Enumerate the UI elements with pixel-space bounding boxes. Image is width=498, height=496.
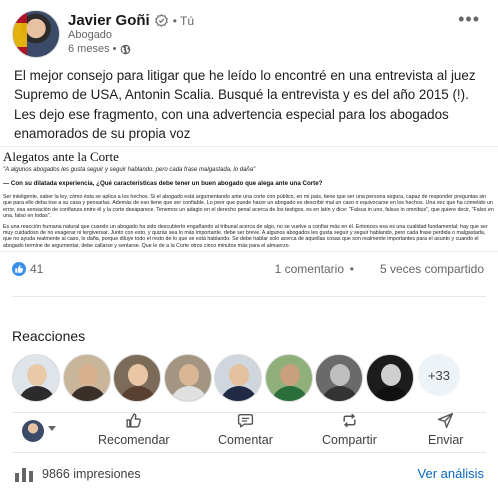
reactor-avatar[interactable] (214, 354, 262, 402)
author-headline: Abogado (68, 29, 113, 41)
view-analytics-link[interactable]: Ver análisis (418, 466, 484, 481)
shares-count[interactable]: 5 veces compartido (380, 262, 484, 276)
reactor-avatar[interactable] (264, 354, 313, 402)
reactor-face (330, 364, 350, 386)
repost-icon (343, 413, 356, 428)
reactor-avatar[interactable] (62, 354, 111, 402)
like-label: Recomendar (98, 433, 170, 447)
reactor-avatar[interactable] (12, 354, 60, 402)
like-icon (12, 262, 26, 276)
send-label: Enviar (428, 433, 464, 447)
reactions-count[interactable]: 41 (30, 262, 43, 276)
reactor-body (371, 386, 410, 401)
reactor-face (77, 364, 98, 386)
like-icon (126, 413, 142, 428)
reactor-avatar[interactable] (163, 354, 212, 402)
comment-label: Comentar (218, 433, 273, 447)
post-time: 6 meses • (68, 43, 117, 55)
separator: • (349, 262, 354, 276)
reactor-face (380, 364, 401, 386)
repost-button[interactable]: Compartir (322, 412, 377, 450)
reactor-avatar[interactable] (113, 354, 161, 402)
divider (12, 296, 486, 297)
reactor-avatar[interactable] (315, 354, 363, 402)
social-counts: 41 1 comentario • 5 veces compartido (12, 262, 486, 276)
reactor-face (178, 364, 199, 386)
article-title: Alegatos ante la Corte (3, 149, 119, 164)
chevron-down-icon[interactable] (48, 426, 56, 431)
reactor-face (279, 364, 300, 386)
impressions-count: 9866 impresiones (42, 467, 141, 481)
bars-icon (15, 468, 33, 482)
post-text: El mejor consejo para litigar que he leí… (14, 68, 476, 141)
reactor-body (270, 386, 309, 401)
comment-icon (237, 413, 254, 428)
repost-label: Compartir (322, 433, 377, 447)
more-icon[interactable]: ••• (458, 10, 480, 28)
reactions-title: Reacciones (12, 328, 86, 344)
reactor-body (18, 386, 56, 401)
reactor-body (220, 386, 258, 401)
verified-icon (154, 14, 168, 27)
reactor-body (68, 386, 107, 401)
article-paragraph: Ser inteligente, saber la ley, cómo ésta… (3, 194, 494, 220)
analytics-footer: 9866 impresiones Ver análisis (0, 458, 498, 488)
article-quote: "A algunos abogados les gusta seguir y s… (3, 167, 256, 173)
actor-avatar[interactable] (22, 420, 44, 442)
reactor-face (128, 364, 148, 386)
reactor-avatar[interactable] (365, 354, 414, 402)
article-question: — Con su dilatada experiencia, ¿Qué cara… (3, 180, 323, 187)
send-icon (438, 412, 454, 429)
author-line: Javier Goñi • Tú (68, 12, 194, 29)
comment-button[interactable]: Comentar (218, 412, 273, 450)
send-button[interactable]: Enviar (428, 412, 463, 450)
reactor-body (169, 386, 208, 401)
reactor-body (119, 386, 157, 401)
article-image[interactable]: Alegatos ante la Corte "A algunos abogad… (0, 146, 498, 252)
like-button[interactable]: Recomendar (98, 412, 170, 450)
more-reactors-button[interactable]: +33 (418, 354, 460, 396)
reactor-face (229, 364, 249, 386)
article-body: Ser inteligente, saber la ley, cómo ésta… (3, 194, 495, 253)
flag-decoration (13, 11, 27, 57)
reactor-face (27, 364, 47, 386)
author-name[interactable]: Javier Goñi (68, 12, 150, 29)
article-paragraph: Es una reacción humana natural que cuand… (3, 223, 488, 249)
divider (12, 452, 486, 453)
comments-count[interactable]: 1 comentario (275, 262, 344, 276)
reactor-body (321, 386, 359, 401)
connection-degree: • Tú (172, 13, 195, 28)
action-bar: Recomendar Comentar Compartir Enviar (0, 408, 498, 448)
post-meta: 6 meses • (68, 43, 131, 55)
author-avatar[interactable] (12, 10, 60, 58)
globe-icon (121, 44, 131, 54)
